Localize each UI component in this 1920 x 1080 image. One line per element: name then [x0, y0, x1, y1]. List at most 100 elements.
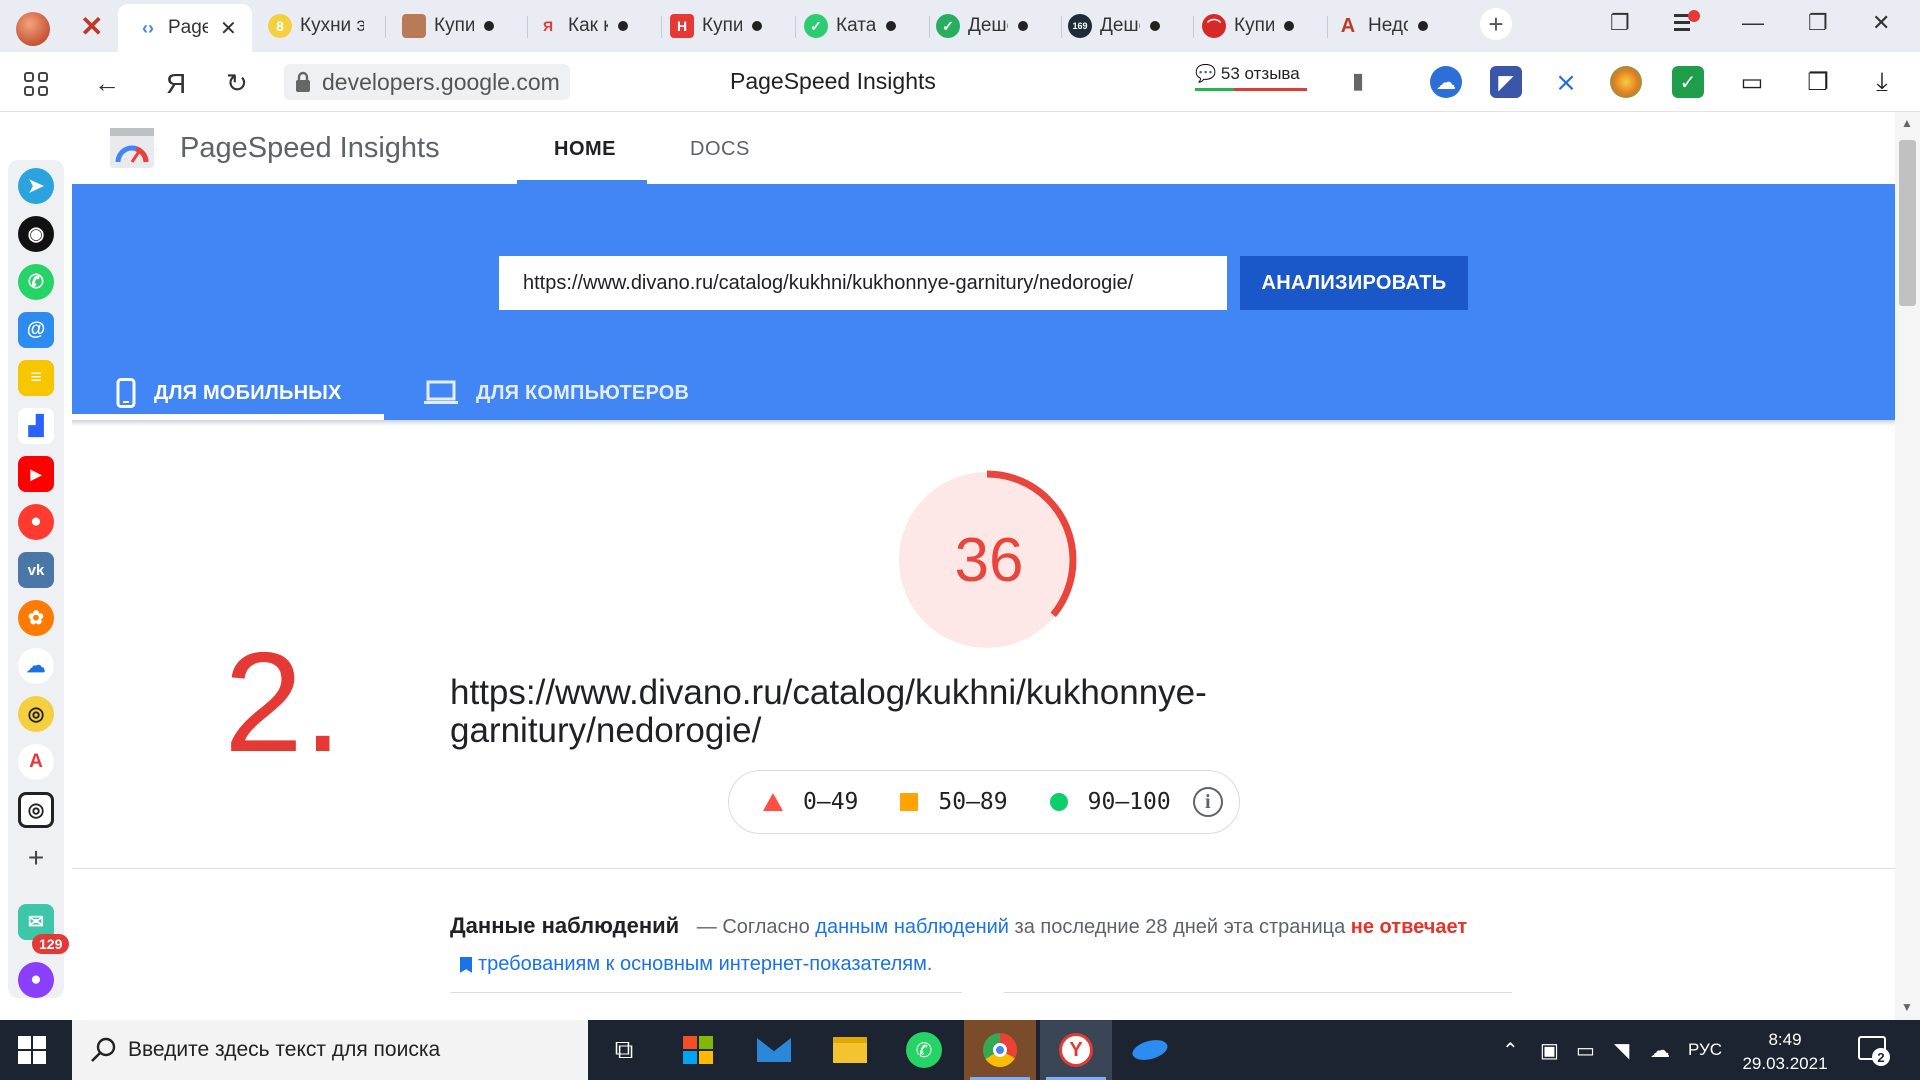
- language-indicator[interactable]: РУС: [1688, 1040, 1722, 1060]
- yandex-home-button[interactable]: Я: [166, 68, 186, 100]
- new-tab-button[interactable]: +: [1480, 8, 1512, 40]
- whatsapp-app-icon[interactable]: ✆: [888, 1020, 960, 1080]
- check-favicon-icon: ✓: [804, 14, 828, 38]
- system-clock[interactable]: 8:49 29.03.2021: [1730, 1028, 1840, 1076]
- add-panel-icon[interactable]: +: [18, 840, 54, 876]
- scroll-up-arrow[interactable]: ▲: [1901, 116, 1913, 130]
- nav-docs[interactable]: DOCS: [690, 138, 750, 161]
- close-tab-icon[interactable]: ✕: [220, 16, 237, 41]
- alice-icon[interactable]: ●: [18, 962, 54, 998]
- explorer-icon[interactable]: [814, 1020, 886, 1080]
- tray-chevron-icon[interactable]: ⌃: [1502, 1038, 1519, 1063]
- restore-button[interactable]: ❐: [1808, 10, 1828, 36]
- score-gauge: 36: [895, 468, 1079, 652]
- annotation-number: 2.: [224, 623, 343, 782]
- browser-tab-strip: ✕ ‹› Page ✕ 8 Кухни эконом Купи Я Как к …: [0, 0, 1920, 52]
- tab-manager-icon[interactable]: ✕: [80, 10, 103, 43]
- vk-icon[interactable]: vk: [18, 552, 54, 588]
- store-icon[interactable]: [662, 1020, 734, 1080]
- mail-app-icon[interactable]: [738, 1020, 810, 1080]
- tab-kupi-2[interactable]: H Купи: [670, 6, 796, 46]
- tab-kukhni[interactable]: 8 Кухни эконом: [268, 6, 386, 46]
- unsaved-dot-icon: [1150, 21, 1160, 31]
- whatsapp-icon[interactable]: ✆: [18, 264, 54, 300]
- back-button[interactable]: ←: [94, 68, 120, 99]
- url-input[interactable]: [499, 256, 1227, 310]
- a-favicon-icon: A: [1340, 14, 1356, 37]
- tab-pagespeed[interactable]: ‹› Page ✕: [118, 4, 252, 52]
- profile-avatar[interactable]: [16, 12, 50, 46]
- info-icon[interactable]: i: [1192, 787, 1223, 817]
- chrome-app-icon[interactable]: [964, 1020, 1036, 1080]
- reviews-widget[interactable]: 💬 53 отзыва: [1195, 64, 1307, 91]
- cloud-extension-icon[interactable]: ☁: [1430, 66, 1462, 98]
- tab-mobile[interactable]: ДЛЯ МОБИЛЬНЫХ: [116, 366, 382, 420]
- download-icon[interactable]: ⤓: [1866, 66, 1898, 98]
- spiral-icon[interactable]: ◎: [18, 696, 54, 732]
- field-data-link[interactable]: данным наблюдений: [815, 916, 1009, 938]
- cloud-sidebar-icon[interactable]: ☁: [18, 648, 54, 684]
- scrollbar-thumb[interactable]: [1899, 140, 1916, 306]
- reload-button[interactable]: ↻: [226, 68, 248, 99]
- psi-header: PageSpeed Insights HOME DOCS: [72, 112, 1895, 184]
- tab-desktop[interactable]: ДЛЯ КОМПЬЮТЕРОВ: [424, 366, 689, 420]
- battery-tray-icon[interactable]: ▭: [1576, 1038, 1595, 1063]
- core-web-vitals-link[interactable]: требованиям к основным интернет-показате…: [478, 953, 927, 975]
- onedrive-icon[interactable]: ☁: [1650, 1038, 1670, 1063]
- yandex-favicon-icon: Я: [542, 18, 554, 34]
- minimize-button[interactable]: —: [1742, 10, 1764, 36]
- tab-deshe-2[interactable]: 169 Деше: [1068, 6, 1194, 46]
- score-legend: 0–49 50–89 90–100 i: [728, 770, 1240, 834]
- tab-collections-icon[interactable]: ❐: [1610, 10, 1630, 36]
- nav-home[interactable]: HOME: [554, 138, 616, 161]
- shield-extension-icon[interactable]: ✓: [1672, 66, 1704, 98]
- scroll-down-arrow[interactable]: ▼: [1901, 1000, 1913, 1014]
- telegram-icon[interactable]: ➤: [18, 168, 54, 204]
- metrica-icon[interactable]: ▟: [18, 408, 54, 444]
- paper-extension-icon[interactable]: ◤: [1490, 66, 1522, 98]
- tab-deshe-1[interactable]: ✓ Деше: [936, 6, 1062, 46]
- lock-icon: [296, 71, 310, 92]
- tested-url: https://www.divano.ru/catalog/kukhni/kuk…: [450, 673, 1207, 750]
- tab-nedo[interactable]: A Недо: [1336, 6, 1462, 46]
- notes-icon[interactable]: ≡: [18, 360, 54, 396]
- cloud-app-icon[interactable]: [1114, 1020, 1186, 1080]
- triangle-icon: [763, 793, 783, 811]
- phone-icon: [116, 378, 136, 408]
- bookmark-icon[interactable]: ▮: [1352, 68, 1364, 94]
- task-view-icon[interactable]: ⧉: [588, 1020, 660, 1080]
- menu-icon[interactable]: [1674, 10, 1700, 32]
- tab-kupi-3[interactable]: ⌒ Купи: [1202, 6, 1328, 46]
- instagram-icon[interactable]: ◎: [18, 792, 54, 828]
- orb-extension-icon[interactable]: [1610, 66, 1642, 98]
- meet-icon[interactable]: ▣: [1540, 1038, 1559, 1063]
- fails-assessment-text: не отвечает: [1350, 916, 1468, 938]
- square-icon: [900, 793, 919, 811]
- h-favicon-icon: H: [670, 14, 694, 38]
- close-window-button[interactable]: ✕: [1872, 10, 1890, 36]
- taskbar-search[interactable]: Введите здесь текст для поиска: [72, 1020, 588, 1080]
- battery-icon[interactable]: ▭: [1736, 66, 1768, 98]
- film-icon[interactable]: ✿: [18, 600, 54, 636]
- maps-pin-icon[interactable]: ●: [18, 504, 54, 540]
- notifications-icon[interactable]: 2: [1858, 1036, 1890, 1066]
- messenger-badge: 129: [32, 934, 70, 954]
- unsaved-dot-icon: [1284, 21, 1294, 31]
- tab-kupi-1[interactable]: Купи: [402, 6, 528, 46]
- google-dev-icon: ‹›: [142, 17, 154, 38]
- legend-pass: 90–100: [1049, 789, 1171, 815]
- apps-grid-icon[interactable]: [24, 72, 48, 96]
- tab-kak[interactable]: Я Как к: [536, 6, 662, 46]
- copy-icon[interactable]: ❐: [1802, 66, 1834, 98]
- youtube-icon[interactable]: ▶: [18, 456, 54, 492]
- ribbon-extension-icon[interactable]: ⨯: [1550, 66, 1582, 98]
- tab-katalog[interactable]: ✓ Ката: [804, 6, 930, 46]
- mail-icon[interactable]: @: [18, 312, 54, 348]
- translate-icon[interactable]: A: [18, 744, 54, 780]
- windows-start-icon[interactable]: [18, 1036, 46, 1064]
- yandex-app-icon[interactable]: Y: [1040, 1020, 1112, 1080]
- analyze-button[interactable]: АНАЛИЗИРОВАТЬ: [1240, 256, 1468, 310]
- wifi-icon[interactable]: ◥: [1614, 1038, 1629, 1063]
- alice-music-icon[interactable]: ◉: [18, 216, 54, 252]
- url-field[interactable]: developers.google.com: [284, 64, 570, 100]
